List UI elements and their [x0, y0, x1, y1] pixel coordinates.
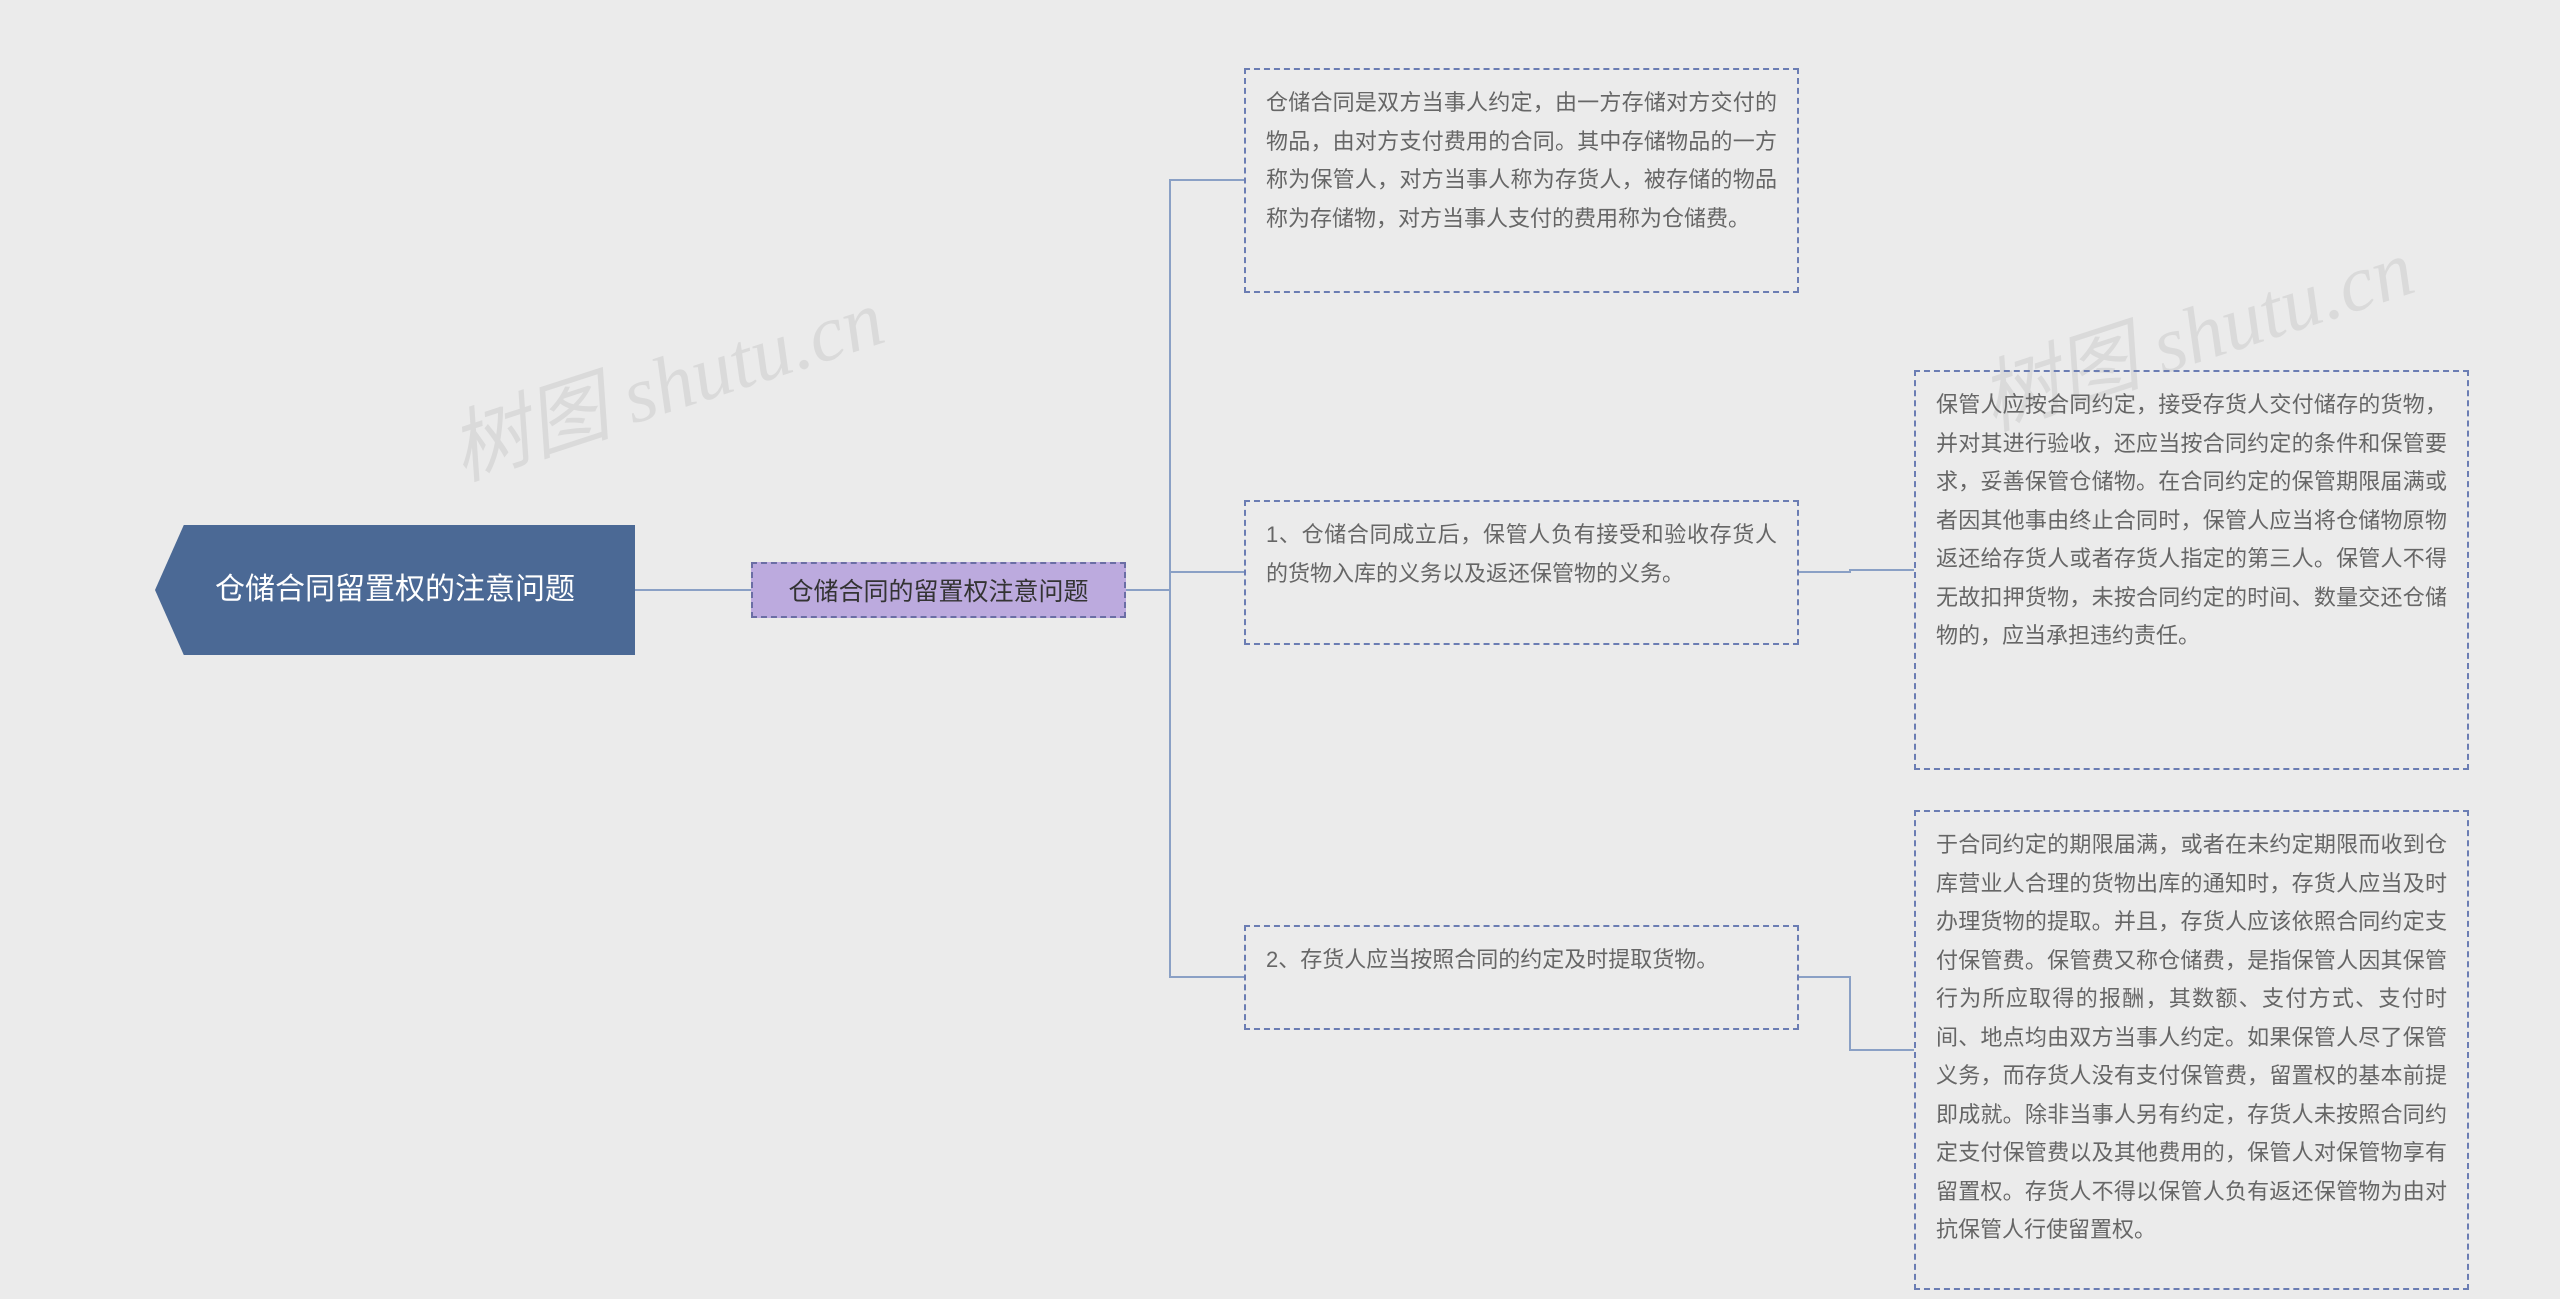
- leaf-intro[interactable]: 仓储合同是双方当事人约定，由一方存储对方交付的物品，由对方支付费用的合同。其中存…: [1244, 68, 1799, 293]
- leaf-text: 保管人应按合同约定，接受存货人交付储存的货物，并对其进行验收，还应当按合同约定的…: [1936, 392, 2447, 648]
- category-label: 仓储合同的留置权注意问题: [788, 572, 1088, 608]
- leaf-text: 仓储合同是双方当事人约定，由一方存储对方交付的物品，由对方支付费用的合同。其中存…: [1266, 90, 1777, 231]
- leaf-text: 1、仓储合同成立后，保管人负有接受和验收存货人的货物入库的义务以及返还保管物的义…: [1266, 522, 1777, 586]
- leaf-point-1-detail[interactable]: 保管人应按合同约定，接受存货人交付储存的货物，并对其进行验收，还应当按合同约定的…: [1914, 370, 2469, 770]
- root-node[interactable]: 仓储合同留置权的注意问题: [155, 525, 635, 655]
- root-title: 仓储合同留置权的注意问题: [215, 566, 575, 614]
- category-node[interactable]: 仓储合同的留置权注意问题: [751, 562, 1126, 618]
- leaf-text: 2、存货人应当按照合同的约定及时提取货物。: [1266, 947, 1718, 972]
- leaf-point-2[interactable]: 2、存货人应当按照合同的约定及时提取货物。: [1244, 925, 1799, 1030]
- leaf-text: 于合同约定的期限届满，或者在未约定期限而收到仓库营业人合理的货物出库的通知时，存…: [1936, 832, 2447, 1242]
- mindmap-canvas: 树图 shutu.cn 树图 shutu.cn 仓储合同留置权的注意问题 仓储合…: [0, 0, 2560, 1299]
- leaf-point-1[interactable]: 1、仓储合同成立后，保管人负有接受和验收存货人的货物入库的义务以及返还保管物的义…: [1244, 500, 1799, 645]
- leaf-point-2-detail[interactable]: 于合同约定的期限届满，或者在未约定期限而收到仓库营业人合理的货物出库的通知时，存…: [1914, 810, 2469, 1290]
